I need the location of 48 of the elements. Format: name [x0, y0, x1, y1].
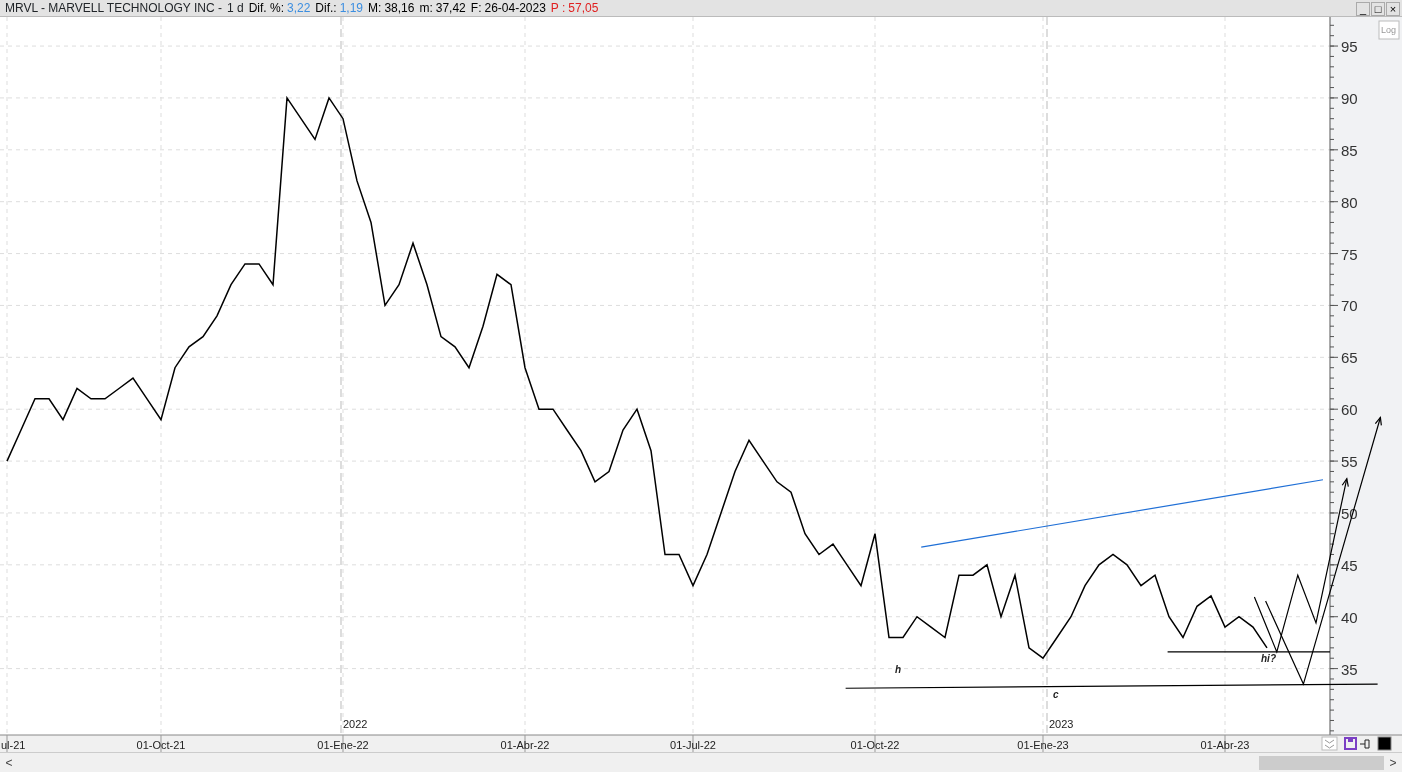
date-tick-label: 01-Ene-22	[317, 739, 369, 751]
stat-label: m:	[419, 0, 433, 16]
stat-value: 1,19	[339, 0, 364, 16]
scroll-right-button[interactable]: >	[1384, 753, 1402, 772]
stat-value: 38,16	[384, 0, 415, 16]
date-tick-label: 01-Jul-22	[670, 739, 716, 751]
minimize-button[interactable]: _	[1356, 2, 1370, 16]
price-tick-label: 85	[1341, 141, 1358, 159]
price-tick-label: 60	[1341, 401, 1358, 419]
year-label: 2023	[1049, 718, 1074, 730]
date-tick-label: 01-Abr-22	[500, 739, 550, 751]
maximize-button[interactable]: □	[1371, 2, 1385, 16]
price-tick-label: 90	[1341, 89, 1358, 107]
stat-label: Dif. %:	[248, 0, 284, 16]
date-tick-label: 01-Ene-23	[1017, 739, 1069, 751]
stat-label: P :	[550, 0, 566, 16]
date-tick-label: 01-Oct-22	[850, 739, 900, 751]
wave-label: hi?	[1261, 653, 1276, 665]
scrollbar-thumb[interactable]	[1259, 755, 1384, 770]
stat-value: 37,42	[435, 0, 466, 16]
price-tick-label: 65	[1341, 349, 1358, 367]
year-label: 2022	[343, 718, 368, 730]
price-tick-label: 80	[1341, 193, 1358, 211]
price-tick-label: 45	[1341, 556, 1358, 574]
date-tick-label: 01-Oct-21	[136, 739, 186, 751]
wave-label: c	[1053, 688, 1059, 700]
wave-label: h	[895, 663, 902, 675]
stat-value: 26-04-2023	[484, 0, 546, 16]
chart-title: MRVL - MARVELL TECHNOLOGY INC -	[5, 0, 222, 16]
date-tick-label: 01-Abr-23	[1200, 739, 1250, 751]
pin-icon[interactable]	[1359, 739, 1370, 749]
scroll-left-button[interactable]: <	[0, 753, 18, 772]
period-label: 1 d	[226, 0, 244, 16]
date-tick-label: ul-21	[1, 739, 26, 751]
price-tick-label: 55	[1341, 453, 1358, 471]
price-tick-label: 95	[1341, 38, 1358, 56]
close-button[interactable]: ×	[1386, 2, 1400, 16]
stat-value: 57,05	[568, 0, 599, 16]
stat-label: F:	[470, 0, 482, 16]
price-tick-label: 40	[1341, 608, 1358, 626]
stat-label: M:	[368, 0, 382, 16]
stat-label: Dif.:	[315, 0, 337, 16]
stat-value: 3,22	[287, 0, 311, 16]
color-swatch[interactable]	[1377, 736, 1392, 751]
price-tick-label: 70	[1341, 297, 1358, 315]
save-icon[interactable]	[1344, 737, 1357, 750]
price-tick-label: 75	[1341, 245, 1358, 263]
price-tick-label: 35	[1341, 660, 1358, 678]
